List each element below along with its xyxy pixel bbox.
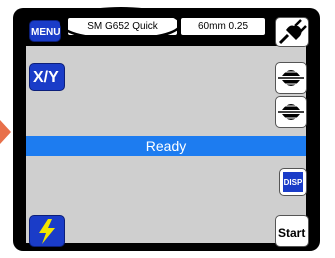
display-screen bbox=[26, 15, 306, 243]
xy-view-label: X/Y bbox=[33, 69, 59, 86]
plug-icon bbox=[278, 19, 307, 45]
start-button[interactable]: Start bbox=[275, 215, 309, 247]
display-toggle-label: DISP bbox=[283, 172, 303, 192]
left-fiber-holder-button[interactable] bbox=[275, 62, 307, 94]
xy-view-button[interactable]: X/Y bbox=[29, 63, 65, 91]
cleave-length-readout[interactable]: 60mm 0.25 bbox=[181, 18, 265, 35]
display-toggle-button[interactable]: DISP bbox=[279, 168, 307, 196]
menu-button-label: MENU bbox=[31, 27, 61, 38]
menu-button[interactable]: MENU bbox=[29, 20, 61, 42]
fiber-holder-icon bbox=[278, 70, 304, 86]
fiber-holder-icon bbox=[278, 104, 304, 120]
side-panel-tab[interactable] bbox=[0, 120, 11, 144]
power-button[interactable] bbox=[275, 17, 309, 47]
lightning-icon bbox=[39, 219, 55, 244]
status-bar: Ready bbox=[26, 136, 306, 156]
program-highlight-ellipse bbox=[60, 7, 182, 41]
right-fiber-holder-button[interactable] bbox=[275, 96, 307, 128]
start-button-label: Start bbox=[278, 226, 306, 240]
arc-button[interactable] bbox=[29, 215, 65, 247]
